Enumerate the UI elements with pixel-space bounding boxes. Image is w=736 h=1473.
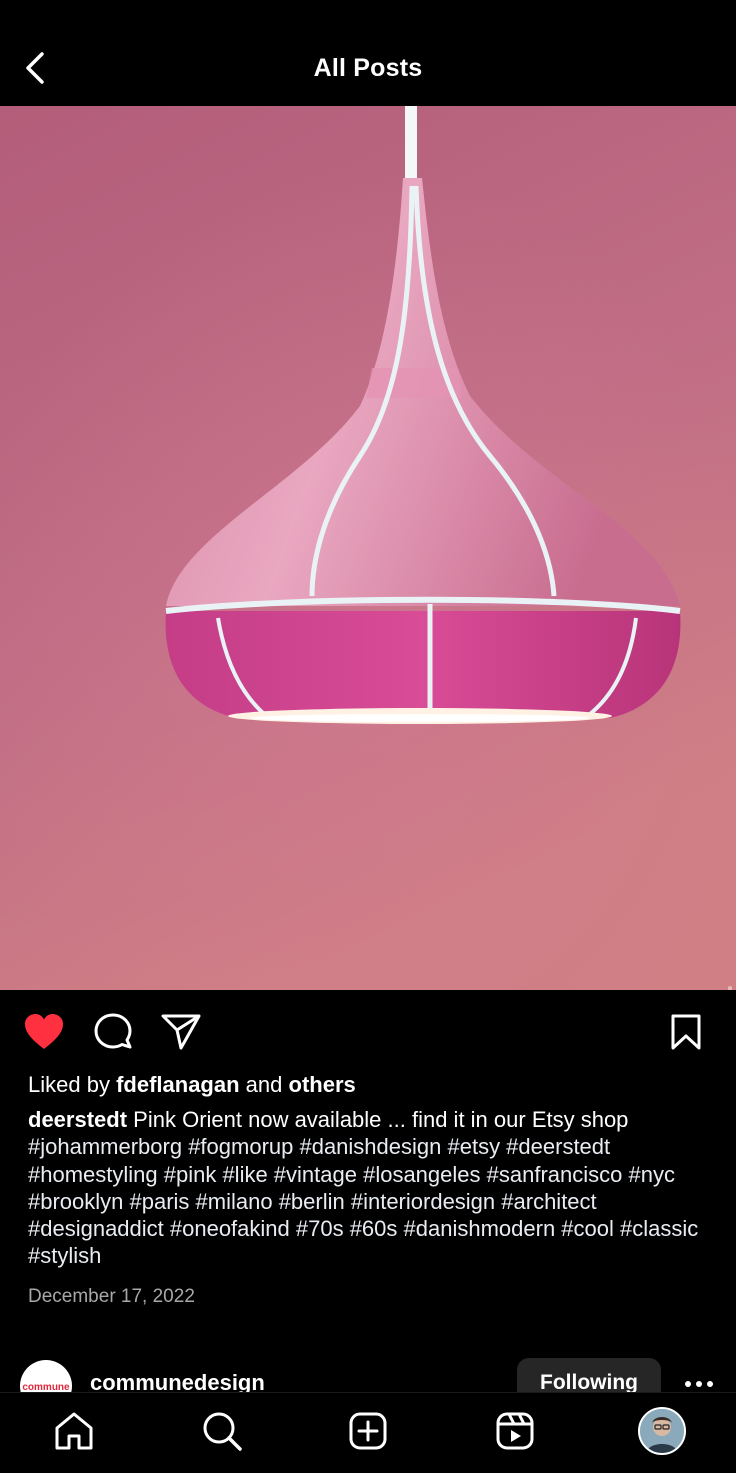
- plus-square-icon: [349, 1412, 387, 1450]
- tab-home[interactable]: [50, 1407, 98, 1455]
- like-button[interactable]: [22, 1010, 66, 1054]
- tab-profile[interactable]: [638, 1407, 686, 1455]
- likes-others[interactable]: others: [289, 1072, 356, 1097]
- top-nav: All Posts: [0, 30, 736, 106]
- likes-prefix: Liked by: [28, 1072, 110, 1097]
- caption-text: Pink Orient now available ... find it in…: [133, 1107, 629, 1132]
- home-icon: [55, 1412, 93, 1450]
- bookmark-icon: [671, 1014, 701, 1050]
- next-post-header: commune communedesign Following: [0, 1356, 736, 1392]
- bottom-nav: [0, 1392, 736, 1473]
- caption-hashtags[interactable]: #johammerborg #fogmorup #danishdesign #e…: [28, 1134, 698, 1268]
- more-horizontal-icon: [685, 1381, 713, 1387]
- likes-middle: and: [245, 1072, 283, 1097]
- tab-search[interactable]: [198, 1407, 246, 1455]
- profile-photo: [640, 1409, 684, 1453]
- caption-username[interactable]: deerstedt: [28, 1107, 127, 1132]
- lamp-photo: [0, 106, 736, 990]
- post-date: December 17, 2022: [28, 1286, 195, 1307]
- avatar[interactable]: commune: [20, 1360, 72, 1392]
- search-icon: [203, 1412, 242, 1451]
- comment-icon: [94, 1013, 132, 1049]
- likes-summary[interactable]: Liked by fdeflanagan and others: [28, 1072, 356, 1098]
- comment-button[interactable]: [91, 1010, 135, 1054]
- save-button[interactable]: [664, 1010, 708, 1054]
- status-bar: [0, 0, 736, 30]
- more-options-button[interactable]: [680, 1370, 720, 1392]
- post-image[interactable]: [0, 106, 736, 990]
- share-button[interactable]: [159, 1010, 203, 1054]
- following-button[interactable]: Following: [517, 1358, 661, 1392]
- scroll-indicator[interactable]: [728, 986, 732, 990]
- reels-icon: [496, 1412, 534, 1450]
- send-icon: [161, 1014, 201, 1050]
- liker-username[interactable]: fdeflanagan: [116, 1072, 239, 1097]
- profile-avatar: [638, 1407, 686, 1455]
- post-action-bar: [0, 1004, 736, 1060]
- heart-filled-icon: [25, 1014, 63, 1049]
- avatar-logo-text: commune: [22, 1381, 70, 1393]
- post-caption: deerstedt Pink Orient now available ... …: [28, 1106, 718, 1270]
- page-title: All Posts: [313, 54, 423, 82]
- tab-reels[interactable]: [491, 1407, 539, 1455]
- next-post-username[interactable]: communedesign: [90, 1370, 265, 1392]
- tab-create[interactable]: [344, 1407, 392, 1455]
